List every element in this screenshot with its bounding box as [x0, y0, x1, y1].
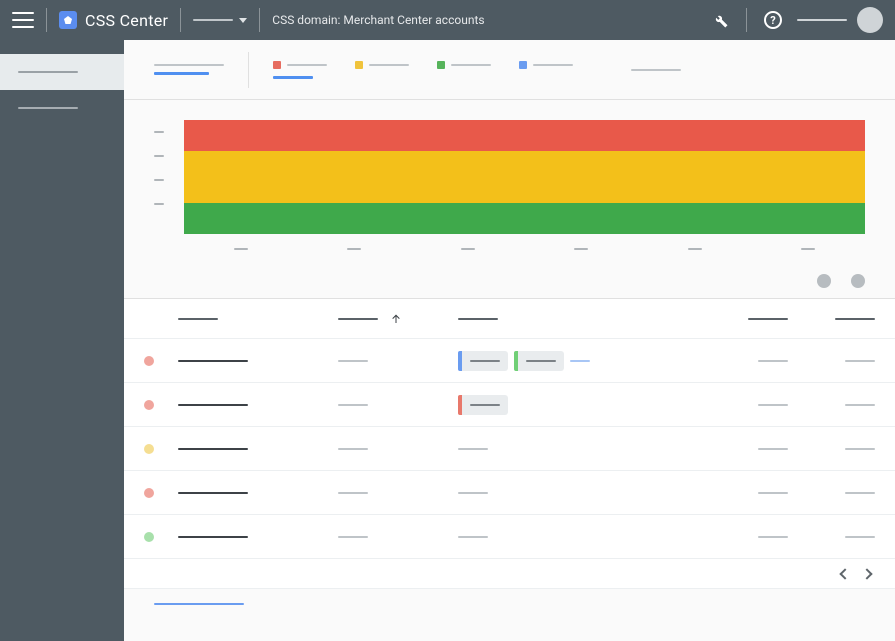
- col-header-0[interactable]: [178, 318, 338, 320]
- menu-icon[interactable]: [12, 9, 34, 31]
- active-underline: [154, 72, 209, 75]
- square-icon: [519, 61, 527, 69]
- bar-red: [184, 120, 865, 151]
- col-header-1[interactable]: [338, 313, 458, 325]
- legend-item-yellow[interactable]: [355, 61, 409, 79]
- next-page-icon[interactable]: [861, 568, 872, 579]
- divider: [259, 8, 260, 32]
- domain-label: CSS domain: Merchant Center accounts: [272, 13, 484, 27]
- pager: [124, 559, 895, 589]
- table-row[interactable]: [124, 471, 895, 515]
- brand-title: CSS Center: [85, 11, 168, 30]
- chip[interactable]: [514, 351, 564, 371]
- avatar[interactable]: [857, 7, 883, 33]
- section-title: [154, 52, 249, 88]
- table-row[interactable]: [124, 339, 895, 383]
- dropdown-label: [193, 19, 233, 21]
- table-header: [124, 299, 895, 339]
- status-dot-icon: [144, 356, 154, 366]
- legend-item-red[interactable]: [273, 61, 327, 79]
- chip[interactable]: [458, 351, 508, 371]
- chart-controls: [124, 258, 895, 298]
- extra-tab[interactable]: [631, 69, 681, 71]
- col-header-3[interactable]: [658, 318, 788, 320]
- chevron-down-icon: [239, 18, 247, 23]
- status-dot-icon: [144, 488, 154, 498]
- chart-control-dot[interactable]: [817, 274, 831, 288]
- sidebar-item-1[interactable]: [0, 90, 124, 126]
- table-row[interactable]: [124, 383, 895, 427]
- square-icon: [437, 61, 445, 69]
- divider: [46, 8, 47, 32]
- chart-control-dot[interactable]: [851, 274, 865, 288]
- top-header: CSS Center CSS domain: Merchant Center a…: [0, 0, 895, 40]
- square-icon: [355, 61, 363, 69]
- brand[interactable]: CSS Center: [59, 11, 168, 30]
- account-label[interactable]: [797, 19, 847, 21]
- legend-item-blue[interactable]: [519, 61, 573, 79]
- status-dot-icon: [144, 400, 154, 410]
- more-link[interactable]: [570, 360, 590, 362]
- sort-asc-icon: [390, 313, 402, 325]
- brand-logo-icon: [59, 11, 77, 29]
- sidebar-item-label: [18, 107, 78, 109]
- footer-link[interactable]: [124, 589, 895, 619]
- divider: [180, 8, 181, 32]
- tab-bar: [124, 40, 895, 100]
- square-icon: [273, 61, 281, 69]
- chip[interactable]: [458, 395, 508, 415]
- col-header-4[interactable]: [788, 318, 875, 320]
- bar-yellow: [184, 151, 865, 203]
- chart-x-axis: [184, 248, 865, 250]
- status-dot-icon: [144, 532, 154, 542]
- sidebar-item-label: [18, 71, 78, 73]
- legend-item-green[interactable]: [437, 61, 491, 79]
- account-dropdown[interactable]: [193, 18, 247, 23]
- chart-bars: [184, 120, 865, 234]
- table-row[interactable]: [124, 427, 895, 471]
- main-content: [124, 40, 895, 641]
- table-row[interactable]: [124, 515, 895, 559]
- sidebar-item-0[interactable]: [0, 54, 124, 90]
- status-dot-icon: [144, 444, 154, 454]
- col-header-2[interactable]: [458, 318, 658, 320]
- chart-card: [124, 100, 895, 258]
- accounts-table: [124, 298, 895, 589]
- tools-icon[interactable]: [710, 10, 730, 30]
- divider: [746, 8, 747, 32]
- help-icon[interactable]: ?: [763, 10, 783, 30]
- chart-y-axis: [154, 120, 180, 234]
- prev-page-icon[interactable]: [839, 568, 850, 579]
- sidebar: [0, 40, 124, 641]
- bar-green: [184, 203, 865, 234]
